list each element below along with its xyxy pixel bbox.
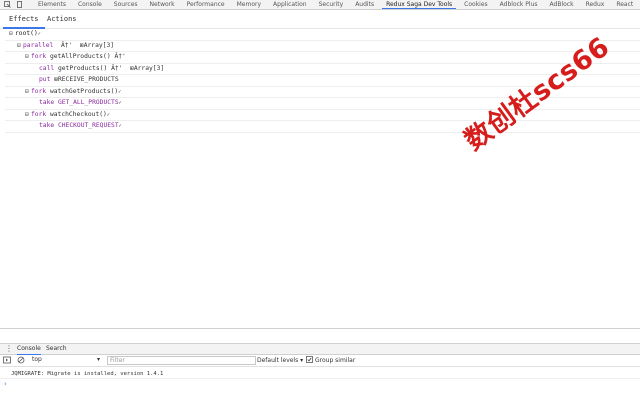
console-toolbar: top ▾ Filter Default levels ▾ Group simil… <box>0 355 640 367</box>
effect-row-root[interactable]: ⊟ root()✓ <box>5 29 640 41</box>
console-prompt-icon[interactable]: › <box>4 380 7 388</box>
filter-input[interactable]: Filter <box>107 356 256 365</box>
done-check-icon: ✓ <box>118 88 122 95</box>
effect-row-fork-watchcheckout[interactable]: ⊟ fork watchCheckout()✓ <box>5 110 640 121</box>
drawer-tabbar: ⋮ Console Search <box>0 343 640 355</box>
effect-row-take-checkout-request[interactable]: take CHECKOUT_REQUEST✓ <box>5 121 640 133</box>
tab-adblock[interactable]: AdBlock <box>544 0 580 9</box>
done-check-icon: ✓ <box>37 31 41 37</box>
done-check-icon: ✓ <box>106 111 110 118</box>
tab-sources[interactable]: Sources <box>108 0 144 9</box>
done-check-icon: ✓ <box>118 100 122 106</box>
devtools-tabbar: Elements Console Sources Network Performance… <box>0 0 640 10</box>
drawer-tab-search[interactable]: Search <box>46 345 67 353</box>
context-select[interactable]: top ▾ <box>32 356 100 364</box>
tab-cookies[interactable]: Cookies <box>458 0 494 9</box>
tab-redux[interactable]: Redux <box>580 0 611 9</box>
tab-actions[interactable]: Actions <box>47 15 77 23</box>
tab-performance[interactable]: Performance <box>181 0 231 9</box>
done-check-icon: ✓ <box>118 123 122 129</box>
tab-security[interactable]: Security <box>313 0 350 9</box>
saga-subtabs: Effects Actions <box>0 12 640 29</box>
tab-effects[interactable]: Effects <box>3 15 44 29</box>
devtools-tabs: Elements Console Sources Network Performance… <box>28 0 639 9</box>
tab-adblock-plus[interactable]: Adblock Plus <box>494 0 544 9</box>
drawer-divider[interactable] <box>0 328 640 329</box>
inspect-element-icon[interactable] <box>4 1 11 8</box>
drawer-tab-console[interactable]: Console <box>17 345 41 355</box>
clear-console-icon[interactable] <box>17 356 25 366</box>
chevron-down-icon: ▾ <box>96 356 100 363</box>
show-sidebar-icon[interactable] <box>3 356 11 366</box>
tab-network[interactable]: Network <box>144 0 181 9</box>
tab-redux-saga-dev-tools[interactable]: Redux Saga Dev Tools <box>380 0 458 9</box>
message-divider <box>0 378 640 379</box>
tab-console[interactable]: Console <box>72 0 108 9</box>
default-levels-dropdown[interactable]: Default levels ▾ <box>257 356 303 365</box>
tab-react[interactable]: React <box>610 0 639 9</box>
tab-application[interactable]: Application <box>267 0 313 9</box>
effect-row-parallel[interactable]: ⊟ parallel Â†' ⊞Array[3] <box>5 41 640 52</box>
tab-audits[interactable]: Audits <box>349 0 380 9</box>
tab-elements[interactable]: Elements <box>28 0 72 9</box>
group-similar-toggle[interactable]: Group similar <box>306 356 355 365</box>
more-options-icon[interactable]: ⋮ <box>5 345 13 353</box>
tab-memory[interactable]: Memory <box>231 0 267 9</box>
device-toolbar-icon[interactable] <box>16 1 23 8</box>
group-similar-checkbox[interactable] <box>306 356 313 363</box>
console-message: JQMIGRATE: Migrate is installed, version… <box>11 371 164 377</box>
